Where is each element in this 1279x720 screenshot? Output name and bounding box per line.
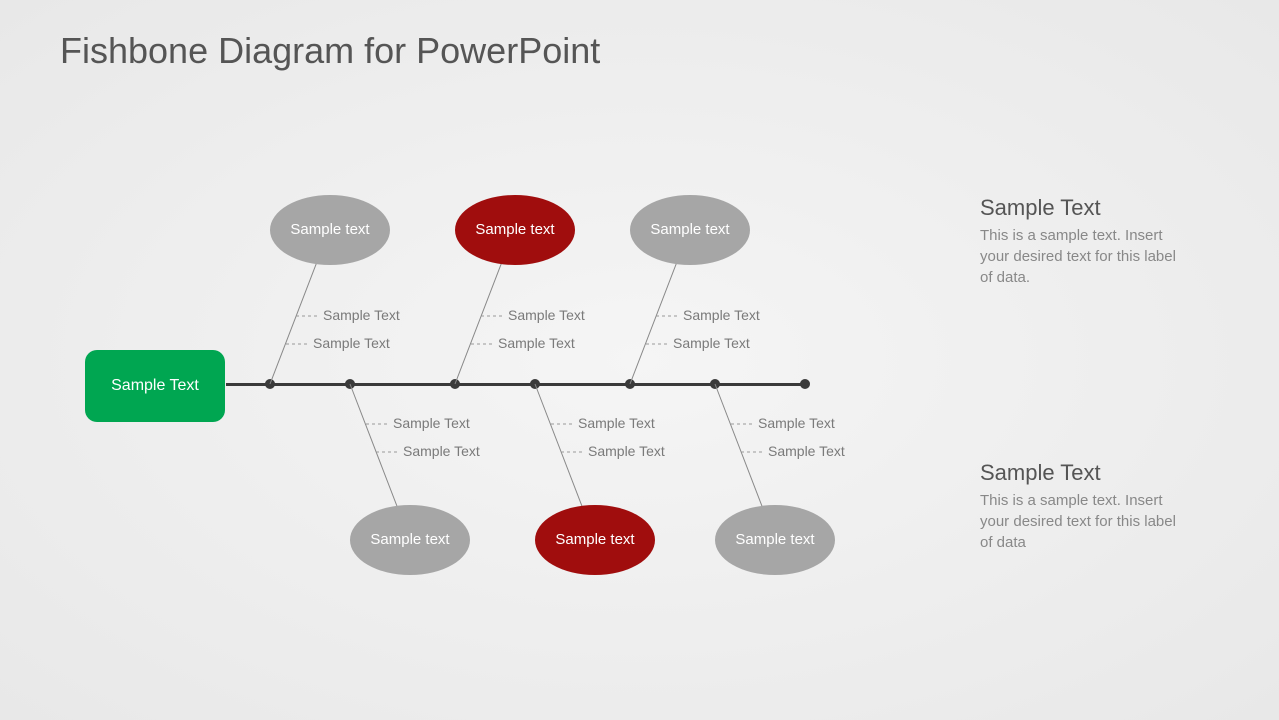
problem-head: Sample Text xyxy=(85,350,225,422)
sub-label: Sample Text xyxy=(578,415,655,431)
cause-bottom-3: Sample text xyxy=(715,505,835,575)
cause-bottom-2: Sample text xyxy=(535,505,655,575)
side-body-top: This is a sample text. Insert your desir… xyxy=(980,225,1180,288)
spine-dot xyxy=(800,379,810,389)
cause-label: Sample text xyxy=(370,531,449,549)
sub-label: Sample Text xyxy=(588,443,665,459)
cause-top-3: Sample text xyxy=(630,195,750,265)
cause-label: Sample text xyxy=(555,531,634,549)
sub-label: Sample Text xyxy=(313,335,390,351)
sub-label: Sample Text xyxy=(508,307,585,323)
spine-dot xyxy=(530,379,540,389)
side-title-top: Sample Text xyxy=(980,195,1101,221)
cause-label: Sample text xyxy=(290,221,369,239)
sub-label: Sample Text xyxy=(683,307,760,323)
spine-dot xyxy=(265,379,275,389)
cause-label: Sample text xyxy=(735,531,814,549)
sub-label: Sample Text xyxy=(758,415,835,431)
head-label: Sample Text xyxy=(111,376,199,397)
cause-top-2: Sample text xyxy=(455,195,575,265)
side-body-bottom: This is a sample text. Insert your desir… xyxy=(980,490,1180,553)
spine-dot xyxy=(625,379,635,389)
sub-label: Sample Text xyxy=(323,307,400,323)
sub-label: Sample Text xyxy=(403,443,480,459)
cause-label: Sample text xyxy=(650,221,729,239)
sub-label: Sample Text xyxy=(393,415,470,431)
cause-label: Sample text xyxy=(475,221,554,239)
spine-dot xyxy=(710,379,720,389)
sub-label: Sample Text xyxy=(768,443,845,459)
cause-bottom-1: Sample text xyxy=(350,505,470,575)
spine-dot xyxy=(345,379,355,389)
spine-dot xyxy=(450,379,460,389)
fishbone-diagram: Sample Text Sample text Sample text Samp… xyxy=(0,0,1279,720)
sub-label: Sample Text xyxy=(673,335,750,351)
cause-top-1: Sample text xyxy=(270,195,390,265)
sub-label: Sample Text xyxy=(498,335,575,351)
side-title-bottom: Sample Text xyxy=(980,460,1101,486)
